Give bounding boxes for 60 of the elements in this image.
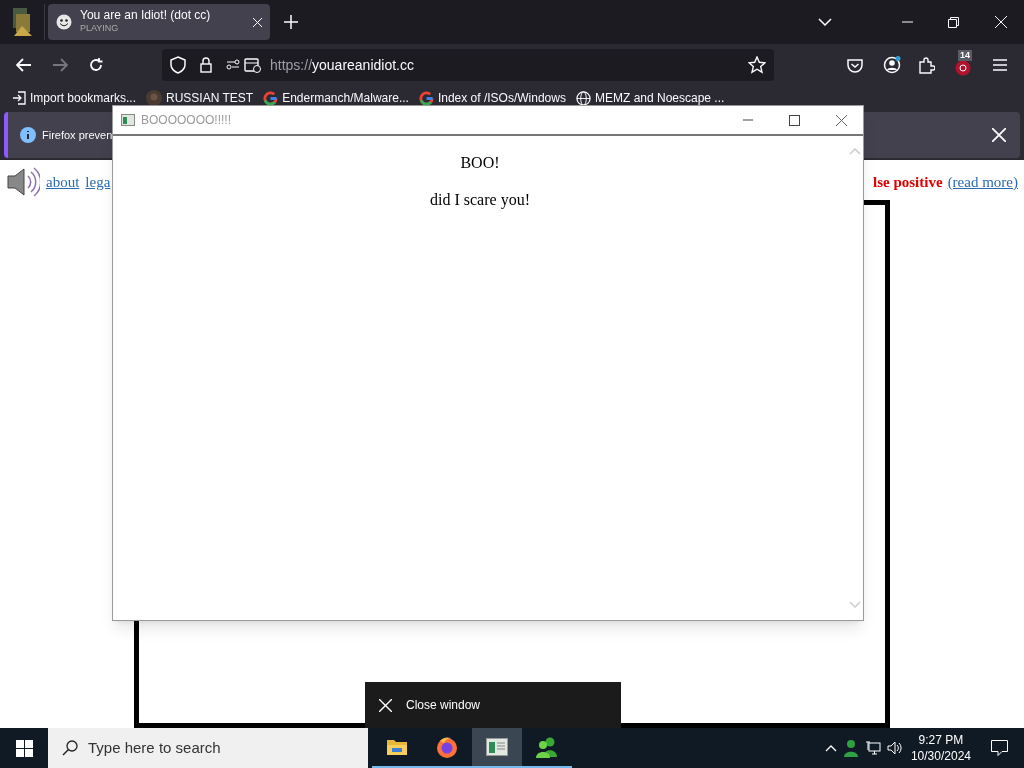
speaker-icon[interactable] <box>6 166 40 198</box>
browser-tab[interactable]: You are an Idiot! (dot cc) PLAYING <box>48 4 270 40</box>
reload-icon[interactable] <box>88 57 104 73</box>
info-icon <box>20 127 36 143</box>
account-icon[interactable] <box>883 56 901 74</box>
chevron-down-icon[interactable] <box>818 18 832 26</box>
page-link[interactable]: about <box>46 170 80 194</box>
search-field[interactable]: Type here to search <box>48 728 368 768</box>
avatar-icon <box>146 90 163 106</box>
bookmark-item[interactable]: Index of /ISOs/Windows <box>418 89 566 107</box>
boo-heading: BOO! <box>460 153 500 173</box>
pocket-icon[interactable] <box>847 57 863 73</box>
import-icon <box>12 91 26 105</box>
google-icon <box>418 90 434 106</box>
window-title: BOOOOOOO!!!!! <box>141 112 231 129</box>
extension-badge: 14 <box>958 50 972 61</box>
window-icon <box>121 114 135 126</box>
forward-arrow-icon[interactable] <box>52 58 68 72</box>
url-text: https://youareanidiot.cc <box>270 56 414 73</box>
person-icon[interactable] <box>842 739 859 757</box>
star-icon[interactable] <box>748 56 766 74</box>
notification-text: Firefox preven <box>42 127 113 143</box>
scare-text: did I scare you! <box>430 190 530 211</box>
search-icon <box>62 740 78 756</box>
folder-icon <box>386 738 408 756</box>
taskbar-app[interactable] <box>472 728 522 768</box>
bookmark-item[interactable]: RUSSIAN TEST <box>146 89 254 107</box>
lock-icon[interactable] <box>200 57 212 73</box>
windows-logo-icon[interactable] <box>15 739 33 757</box>
new-tab-icon[interactable] <box>284 15 298 29</box>
shield-icon[interactable] <box>170 56 186 74</box>
menu-icon[interactable] <box>993 59 1007 71</box>
address-bar[interactable]: https://youareanidiot.cc <box>162 49 774 81</box>
maximize-icon[interactable] <box>789 114 800 126</box>
clock-date: 10/30/2024 <box>910 748 971 764</box>
bookmark-item[interactable]: Import bookmarks... <box>12 89 137 107</box>
clock-time: 9:27 PM <box>918 732 964 748</box>
page-link[interactable]: lega <box>85 170 111 194</box>
permissions-icon[interactable] <box>226 57 262 73</box>
window-icon <box>486 738 508 756</box>
google-icon <box>263 90 279 106</box>
volume-icon[interactable] <box>886 741 903 755</box>
smiley-icon <box>56 14 72 30</box>
firefox-icon <box>436 736 458 758</box>
search-placeholder: Type here to search <box>88 737 221 758</box>
restore-icon[interactable] <box>948 16 959 28</box>
puzzle-icon[interactable] <box>919 56 935 74</box>
close-window-label[interactable]: Close window <box>406 696 481 714</box>
tab-title: You are an Idiot! (dot cc) <box>80 9 211 22</box>
network-icon[interactable] <box>864 741 881 755</box>
extension-icon[interactable] <box>955 60 971 76</box>
bookmark-item[interactable]: MEMZ and Noescape ... <box>575 89 725 107</box>
tab-status: PLAYING <box>80 22 120 35</box>
read-more-link[interactable]: (read more) <box>947 170 1018 194</box>
warning-text: lse positive <box>873 172 943 192</box>
bookmark-item[interactable]: Endermanch/Malware... <box>263 89 409 107</box>
people-icon <box>535 736 559 758</box>
chevron-up-icon[interactable] <box>824 744 837 752</box>
back-arrow-icon[interactable] <box>16 58 32 72</box>
notifications-icon[interactable] <box>991 740 1008 756</box>
